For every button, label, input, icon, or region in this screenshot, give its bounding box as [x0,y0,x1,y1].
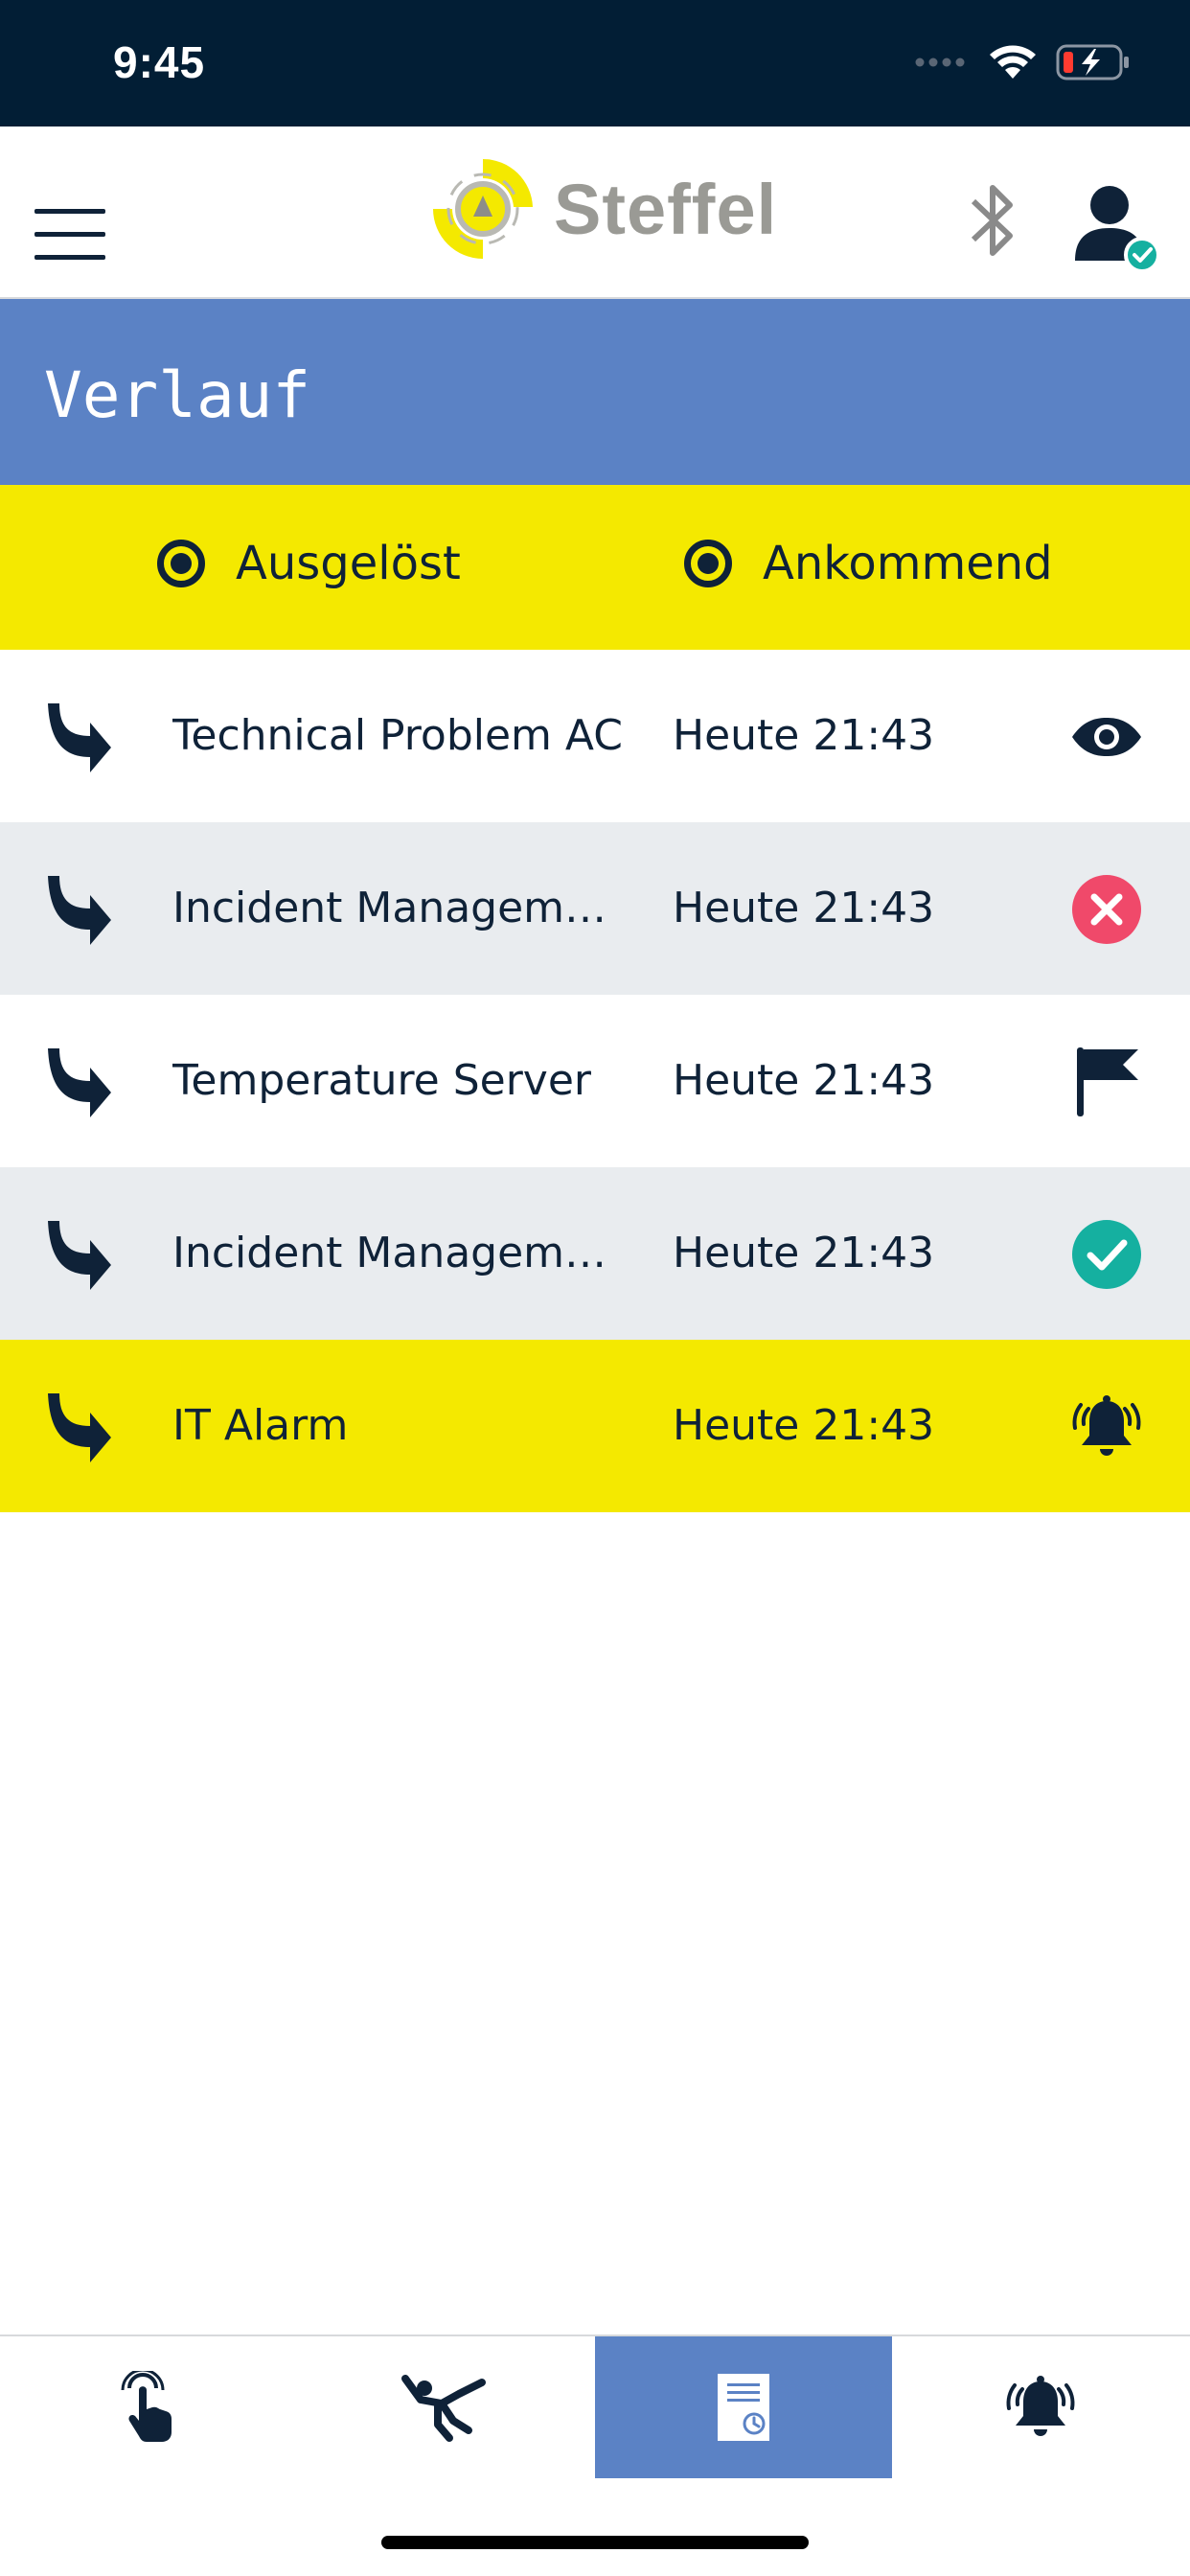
falling-person-icon [401,2375,486,2442]
checkmark-icon [1072,1220,1141,1289]
bluetooth-icon[interactable] [966,178,1019,263]
list-item[interactable]: Technical Problem AC Heute 21:43 [0,650,1190,822]
cellular-signal-icon [915,58,965,67]
event-status [1069,1045,1144,1119]
event-list: Technical Problem AC Heute 21:43 Inciden… [0,650,1190,1512]
list-item[interactable]: Temperature Server Heute 21:43 [0,995,1190,1167]
logo-text: Steffel [554,169,778,249]
filter-label: Ankommend [763,537,1053,590]
incoming-arrow-icon [48,876,111,945]
status-bar: 9:45 [0,0,1190,126]
event-time: Heute 21:43 [673,1229,935,1277]
incoming-arrow-icon [48,1393,111,1462]
menu-button[interactable] [34,209,105,261]
nav-tab-alarms[interactable] [892,2336,1189,2478]
list-item[interactable]: Incident Management… Heute 21:43 [0,822,1190,995]
incoming-arrow-icon [48,1221,111,1290]
incoming-arrow-icon [48,1048,111,1117]
event-time: Heute 21:43 [673,711,935,760]
filter-ausgeloest[interactable]: Ausgelöst [157,537,461,590]
logo-mark-icon [433,158,533,259]
menu-icon-line [34,232,105,237]
radio-icon [157,540,205,587]
radio-icon [684,540,732,587]
event-name: Temperature Server [172,1056,591,1105]
app-header: Steffel [0,126,1190,299]
battery-charging-icon [1056,44,1129,80]
touch-hand-icon [121,2371,172,2442]
event-time: Heute 21:43 [673,1401,935,1450]
filter-label: Ausgelöst [236,537,461,590]
event-time: Heute 21:43 [673,884,935,932]
nav-tab-history[interactable] [595,2336,892,2478]
status-icons [914,44,1131,80]
list-item[interactable]: IT Alarm Heute 21:43 [0,1340,1190,1512]
event-status [1069,1217,1144,1292]
history-document-icon [718,2374,769,2441]
steffel-logo: Steffel [427,153,777,264]
event-status [1069,1390,1144,1464]
nav-tab-touch[interactable] [0,2336,297,2478]
bottom-nav [0,2334,1190,2478]
menu-icon-line [34,255,105,260]
event-name: IT Alarm [172,1401,349,1450]
list-item[interactable]: Incident Management… Heute 21:43 [0,1167,1190,1340]
user-profile-icon[interactable] [1069,182,1161,274]
event-name: Incident Management… [172,884,623,932]
filter-ankommend[interactable]: Ankommend [684,537,1053,590]
event-status [1069,872,1144,947]
alarm-bell-icon [1006,2376,1075,2436]
eye-icon [1072,718,1141,756]
home-indicator [381,2536,809,2549]
alarm-bell-icon [1072,1395,1141,1456]
filter-bar: Ausgelöst Ankommend [0,485,1190,650]
status-time: 9:45 [113,37,206,87]
event-name: Technical Problem AC [172,711,623,760]
flag-icon [1077,1047,1138,1116]
page-title: Verlauf [44,358,311,432]
page-title-bar: Verlauf [0,299,1190,485]
event-name: Incident Management… [172,1229,623,1277]
menu-icon-line [34,209,105,214]
incoming-arrow-icon [48,703,111,772]
cancelled-icon [1072,875,1141,944]
nav-tab-man-down[interactable] [297,2336,594,2478]
event-status [1069,700,1144,774]
wifi-icon [990,45,1036,79]
event-time: Heute 21:43 [673,1056,935,1105]
